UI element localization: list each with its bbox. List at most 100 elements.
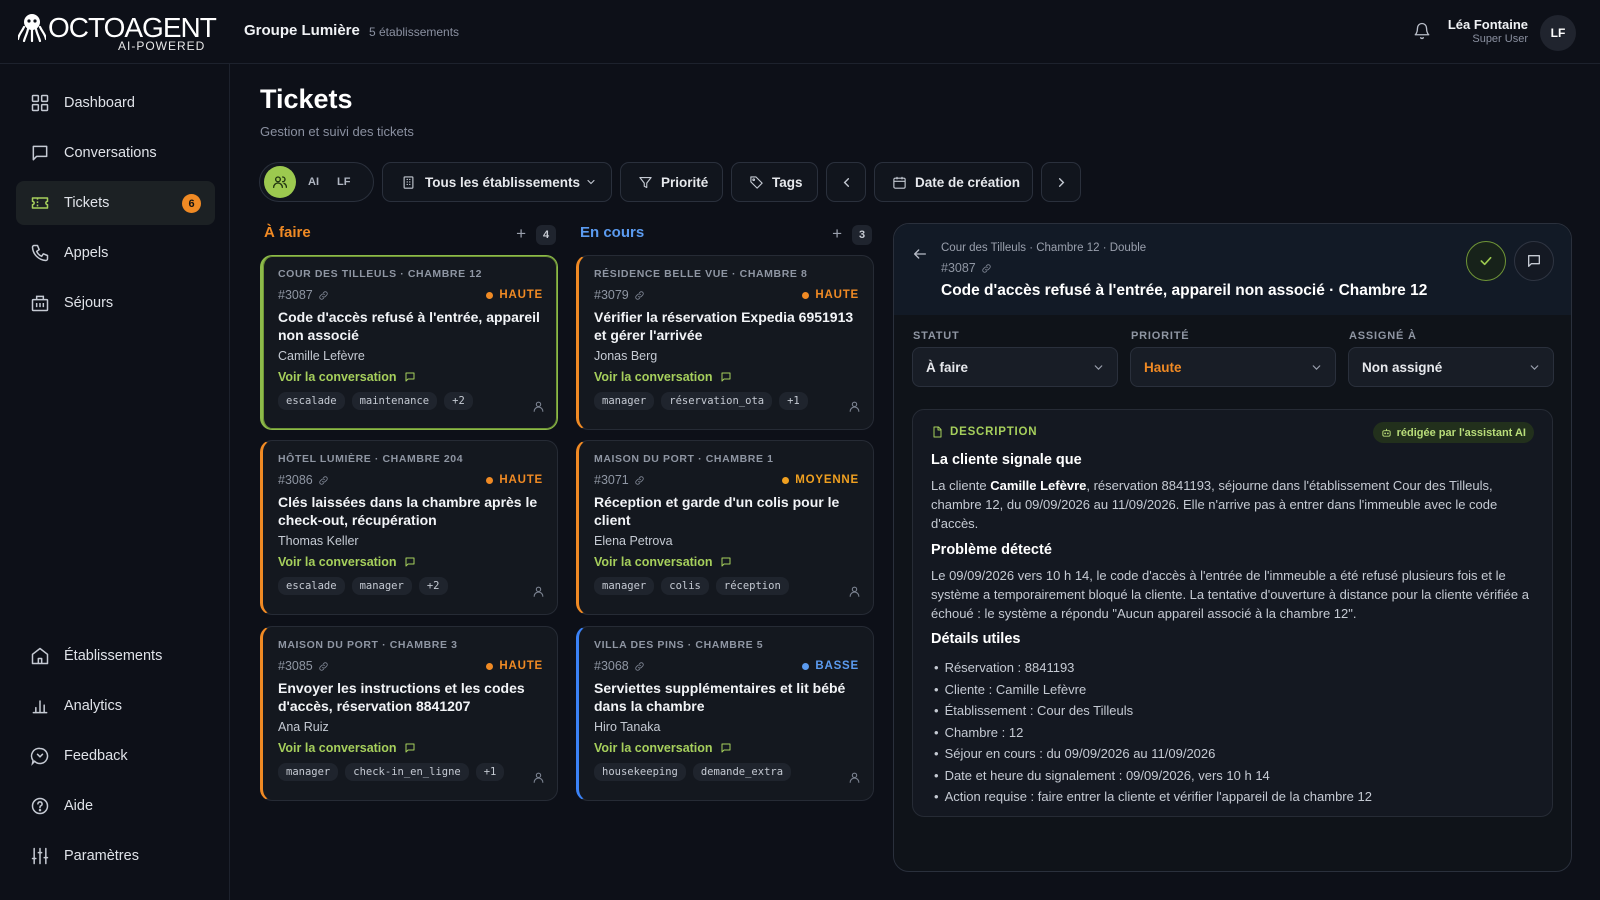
- sidebar-item-feedback[interactable]: Feedback: [16, 734, 215, 778]
- octopus-logo-icon: [18, 12, 46, 42]
- detail-item: Date et heure du signalement : 09/09/202…: [934, 765, 1372, 787]
- tag-chip[interactable]: manager: [278, 763, 339, 781]
- user-filter-all[interactable]: [264, 166, 296, 198]
- message-icon: [1526, 253, 1542, 269]
- user-filter-lf[interactable]: LF: [337, 176, 350, 188]
- tag-chip[interactable]: +1: [779, 392, 808, 410]
- priority-filter[interactable]: Priorité: [620, 162, 723, 202]
- sidebar-item-appels[interactable]: Appels: [16, 231, 215, 275]
- priority-dot: [486, 291, 494, 299]
- ticket-id: #3068: [594, 659, 645, 673]
- link-icon[interactable]: [318, 475, 329, 486]
- status-select[interactable]: À faire: [912, 347, 1118, 387]
- link-icon[interactable]: [634, 475, 645, 486]
- link-icon[interactable]: [634, 661, 645, 672]
- user-filter-ai[interactable]: AI: [308, 176, 319, 188]
- tag-chip[interactable]: demande_extra: [692, 763, 792, 781]
- detail-ticket-id: #3087: [941, 261, 992, 275]
- sidebar-item-etablissements[interactable]: Établissements: [16, 634, 215, 678]
- next-button[interactable]: [1041, 162, 1081, 202]
- link-icon[interactable]: [981, 263, 992, 274]
- back-arrow-icon[interactable]: [912, 246, 928, 262]
- assign-user-icon[interactable]: [848, 585, 861, 598]
- priority-dot: [802, 291, 810, 299]
- customer-name: Elena Petrova: [594, 534, 673, 548]
- previous-button[interactable]: [826, 162, 866, 202]
- description-heading-1: La cliente signale que: [931, 452, 1082, 468]
- sidebar-item-tickets[interactable]: Tickets 6: [16, 181, 215, 225]
- assign-user-icon[interactable]: [532, 771, 545, 784]
- ticket-card[interactable]: HÔTEL LUMIÈRE · CHAMBRE 204 #3086 HAUTE …: [260, 440, 558, 615]
- view-conversation-link[interactable]: Voir la conversation: [278, 741, 543, 755]
- tags-filter[interactable]: Tags: [731, 162, 818, 202]
- tag-chip[interactable]: +1: [475, 763, 505, 781]
- tag-chip[interactable]: réservation_ota: [661, 392, 773, 410]
- assignee-select[interactable]: Non assigné: [1348, 347, 1554, 387]
- assignee-value: Non assigné: [1362, 359, 1443, 375]
- ticket-location: RÉSIDENCE BELLE VUE · CHAMBRE 8: [594, 268, 808, 280]
- detail-item: Réservation : 8841193: [934, 657, 1372, 679]
- sidebar-item-sejours[interactable]: Séjours: [16, 281, 215, 325]
- tag-chip[interactable]: escalade: [278, 577, 345, 595]
- organization-name[interactable]: Groupe Lumière: [244, 22, 360, 39]
- ticket-card[interactable]: MAISON DU PORT · CHAMBRE 1 #3071 MOYENNE…: [576, 440, 874, 615]
- resolve-button[interactable]: [1466, 241, 1506, 281]
- date-filter-label: Date de création: [915, 174, 1021, 190]
- ticket-icon: [30, 193, 50, 213]
- view-conversation-link[interactable]: Voir la conversation: [594, 370, 859, 384]
- tag-chip[interactable]: maintenance: [351, 392, 438, 410]
- view-conversation-link[interactable]: Voir la conversation: [594, 555, 859, 569]
- message-icon: [720, 556, 732, 568]
- tag-chip[interactable]: manager: [594, 577, 655, 595]
- assign-user-icon[interactable]: [532, 585, 545, 598]
- ticket-card[interactable]: COUR DES TILLEULS · CHAMBRE 12 #3087 HAU…: [260, 255, 558, 430]
- sidebar-item-parametres[interactable]: Paramètres: [16, 834, 215, 878]
- view-conversation-link[interactable]: Voir la conversation: [278, 555, 543, 569]
- add-ticket-button[interactable]: +: [832, 224, 842, 244]
- tag-chip[interactable]: housekeeping: [594, 763, 686, 781]
- avatar[interactable]: LF: [1540, 15, 1576, 51]
- sidebar-item-conversations[interactable]: Conversations: [16, 131, 215, 175]
- date-filter[interactable]: Date de création: [874, 162, 1033, 202]
- establishment-filter[interactable]: Tous les établissements: [382, 162, 612, 202]
- bell-icon[interactable]: [1413, 22, 1431, 40]
- tag-list: manager colis réception: [594, 577, 859, 595]
- assign-user-icon[interactable]: [848, 771, 861, 784]
- link-icon[interactable]: [318, 290, 329, 301]
- logo-subtitle: AI-POWERED: [118, 39, 206, 53]
- ticket-title: Clés laissées dans la chambre après le c…: [278, 494, 538, 528]
- chevron-left-icon: [839, 175, 854, 190]
- chevron-down-icon: [1528, 361, 1541, 374]
- tag-chip[interactable]: +2: [444, 392, 473, 410]
- add-ticket-button[interactable]: +: [516, 224, 526, 244]
- tag-chip[interactable]: manager: [594, 392, 655, 410]
- view-conversation-link[interactable]: Voir la conversation: [594, 741, 859, 755]
- chevron-right-icon: [1054, 175, 1069, 190]
- sidebar-item-aide[interactable]: Aide: [16, 784, 215, 828]
- assign-user-icon[interactable]: [848, 400, 861, 413]
- assign-user-icon[interactable]: [532, 400, 545, 413]
- priority-select[interactable]: Haute: [1130, 347, 1336, 387]
- open-conversation-button[interactable]: [1514, 241, 1554, 281]
- priority-badge: HAUTE: [802, 289, 859, 301]
- tag-chip[interactable]: réception: [715, 577, 789, 595]
- sidebar-item-analytics[interactable]: Analytics: [16, 684, 215, 728]
- customer-name: Ana Ruiz: [278, 720, 329, 734]
- app-logo[interactable]: OCTOAGENT AI-POWERED: [18, 12, 217, 54]
- tag-list: escalade maintenance +2: [278, 392, 543, 410]
- ticket-title: Réception et garde d'un colis pour le cl…: [594, 494, 840, 528]
- link-icon[interactable]: [318, 661, 329, 672]
- tag-chip[interactable]: +2: [418, 577, 448, 595]
- tag-chip[interactable]: manager: [351, 577, 412, 595]
- link-icon[interactable]: [634, 290, 645, 301]
- sidebar-item-dashboard[interactable]: Dashboard: [16, 81, 215, 125]
- ticket-card[interactable]: RÉSIDENCE BELLE VUE · CHAMBRE 8 #3079 HA…: [576, 255, 874, 430]
- ticket-id: #3085: [278, 659, 329, 673]
- tag-chip[interactable]: escalade: [278, 392, 345, 410]
- tag-chip[interactable]: colis: [661, 577, 709, 595]
- tag-chip[interactable]: check-in_en_ligne: [345, 763, 469, 781]
- ticket-card[interactable]: MAISON DU PORT · CHAMBRE 3 #3085 HAUTE E…: [260, 626, 558, 801]
- view-conversation-link[interactable]: Voir la conversation: [278, 370, 543, 384]
- description-paragraph-2: Le 09/09/2026 vers 10 h 14, le code d'ac…: [931, 568, 1529, 621]
- ticket-card[interactable]: VILLA DES PINS · CHAMBRE 5 #3068 BASSE S…: [576, 626, 874, 801]
